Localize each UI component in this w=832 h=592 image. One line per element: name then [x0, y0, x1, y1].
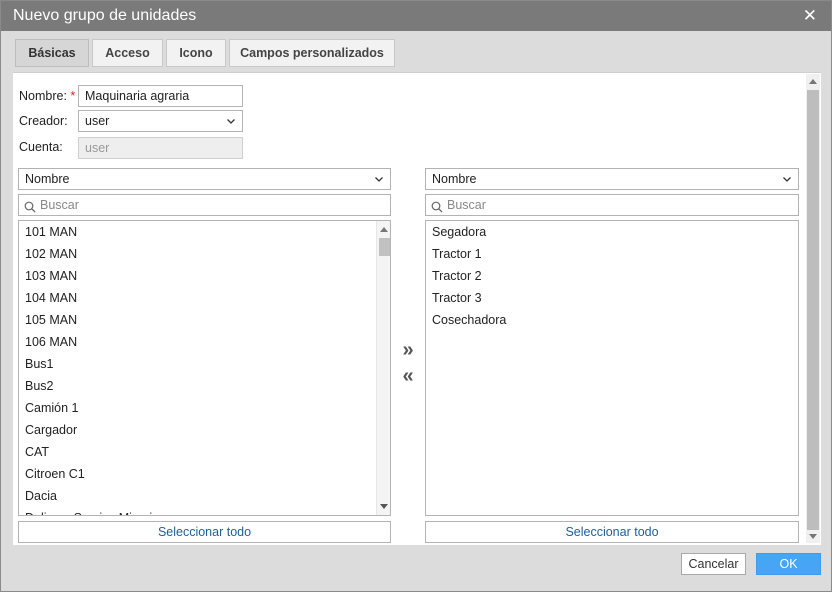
name-input[interactable]: Maquinaria agraria [78, 85, 243, 107]
list-item[interactable]: 104 MAN [19, 287, 390, 309]
right-search-placeholder: Buscar [447, 198, 486, 212]
creator-select-value: user [85, 114, 110, 128]
left-list-items: 101 MAN 102 MAN 103 MAN 104 MAN 105 MAN … [19, 221, 390, 515]
chevron-down-icon [374, 174, 384, 184]
list-item[interactable]: Bus2 [19, 375, 390, 397]
left-sort-select[interactable]: Nombre [18, 168, 391, 190]
close-icon[interactable]: ✕ [803, 7, 817, 25]
scroll-thumb[interactable] [807, 90, 819, 530]
account-label: Cuenta: [19, 140, 63, 154]
tab-campos-personalizados[interactable]: Campos personalizados [229, 39, 395, 67]
list-item[interactable]: Cosechadora [426, 309, 798, 331]
search-icon [24, 199, 36, 219]
list-item[interactable]: Dacia [19, 485, 390, 507]
tab-label: Básicas [28, 46, 76, 60]
scroll-down-icon[interactable] [809, 534, 817, 539]
left-search-placeholder: Buscar [40, 198, 79, 212]
list-item[interactable]: 106 MAN [19, 331, 390, 353]
name-label: Nombre: * [19, 89, 75, 103]
list-item[interactable]: Tractor 3 [426, 287, 798, 309]
list-item[interactable]: Tractor 1 [426, 243, 798, 265]
list-item[interactable]: Delivery Service Miami [19, 507, 390, 515]
list-item[interactable]: Bus1 [19, 353, 390, 375]
list-item[interactable]: Cargador [19, 419, 390, 441]
left-sort-value: Nombre [25, 172, 70, 186]
left-select-all-button[interactable]: Seleccionar todo [18, 521, 391, 543]
right-select-all-button[interactable]: Seleccionar todo [425, 521, 799, 543]
window-title: Nuevo grupo de unidades [13, 7, 197, 24]
add-selected-icon[interactable]: » [399, 340, 417, 360]
chevron-down-icon [226, 116, 236, 126]
remove-selected-icon[interactable]: « [399, 366, 417, 386]
list-item[interactable]: Camión 1 [19, 397, 390, 419]
list-item[interactable]: 101 MAN [19, 221, 390, 243]
tab-icono[interactable]: Icono [166, 39, 226, 67]
scroll-up-icon[interactable] [809, 79, 817, 84]
list-item[interactable]: Tractor 2 [426, 265, 798, 287]
content-scrollbar[interactable] [806, 74, 820, 543]
account-field: user [78, 137, 243, 159]
list-item[interactable]: Citroen C1 [19, 463, 390, 485]
search-icon [431, 199, 443, 219]
creator-select[interactable]: user [78, 110, 243, 132]
name-input-value: Maquinaria agraria [85, 89, 190, 103]
name-label-text: Nombre: [19, 89, 67, 103]
creator-label: Creador: [19, 114, 68, 128]
available-units-list[interactable]: 101 MAN 102 MAN 103 MAN 104 MAN 105 MAN … [18, 220, 391, 516]
chevron-down-icon [782, 174, 792, 184]
right-sort-select[interactable]: Nombre [425, 168, 799, 190]
tab-basicas[interactable]: Básicas [15, 39, 89, 67]
ok-button[interactable]: OK [756, 553, 821, 575]
left-search-input[interactable]: Buscar [18, 194, 391, 216]
scroll-thumb[interactable] [379, 238, 390, 256]
right-search-input[interactable]: Buscar [425, 194, 799, 216]
title-bar: Nuevo grupo de unidades ✕ [1, 1, 831, 31]
tab-label: Icono [179, 46, 213, 60]
tab-label: Campos personalizados [240, 46, 384, 60]
required-mark: * [70, 89, 76, 103]
tab-acceso[interactable]: Acceso [92, 39, 163, 67]
group-units-list[interactable]: Segadora Tractor 1 Tractor 2 Tractor 3 C… [425, 220, 799, 516]
list-item[interactable]: Segadora [426, 221, 798, 243]
scroll-up-icon[interactable] [380, 227, 388, 232]
list-item[interactable]: CAT [19, 441, 390, 463]
list-item[interactable]: 103 MAN [19, 265, 390, 287]
scroll-down-icon[interactable] [380, 504, 388, 509]
cancel-button[interactable]: Cancelar [681, 553, 746, 575]
list-item[interactable]: 105 MAN [19, 309, 390, 331]
dialog-window: Nuevo grupo de unidades ✕ Básicas Acceso… [0, 0, 832, 592]
list-item[interactable]: 102 MAN [19, 243, 390, 265]
account-field-value: user [85, 141, 110, 155]
tab-label: Acceso [105, 46, 150, 60]
right-list-items: Segadora Tractor 1 Tractor 2 Tractor 3 C… [426, 221, 798, 331]
list-scrollbar[interactable] [376, 221, 390, 515]
right-sort-value: Nombre [432, 172, 477, 186]
